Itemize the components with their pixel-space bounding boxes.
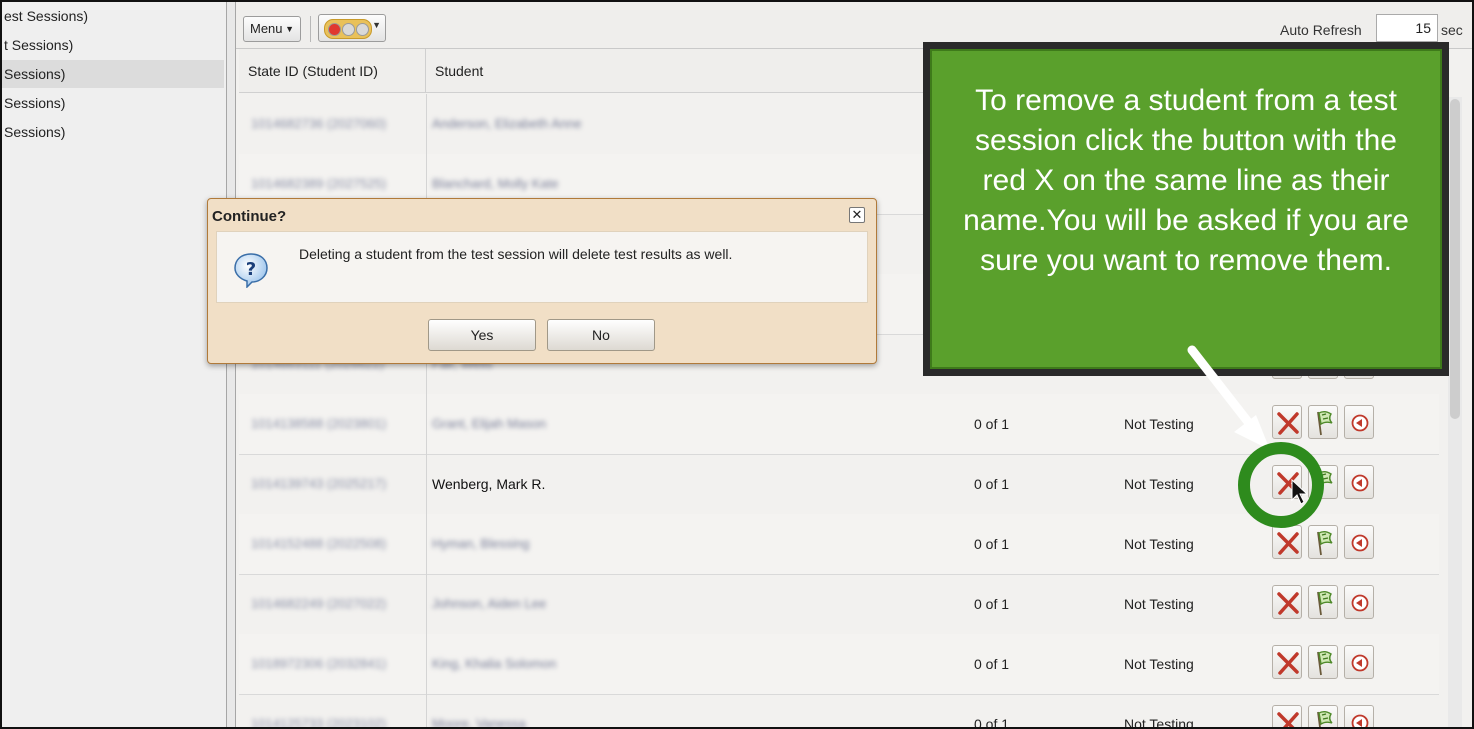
app-window: est Sessions) t Sessions) Sessions) Sess…: [0, 0, 1474, 729]
mouse-cursor-icon: [1291, 478, 1309, 505]
highlight-ring: [1238, 442, 1324, 528]
annotation-overlay: [1187, 345, 1324, 528]
pointer-arrow-icon: [1187, 345, 1270, 450]
